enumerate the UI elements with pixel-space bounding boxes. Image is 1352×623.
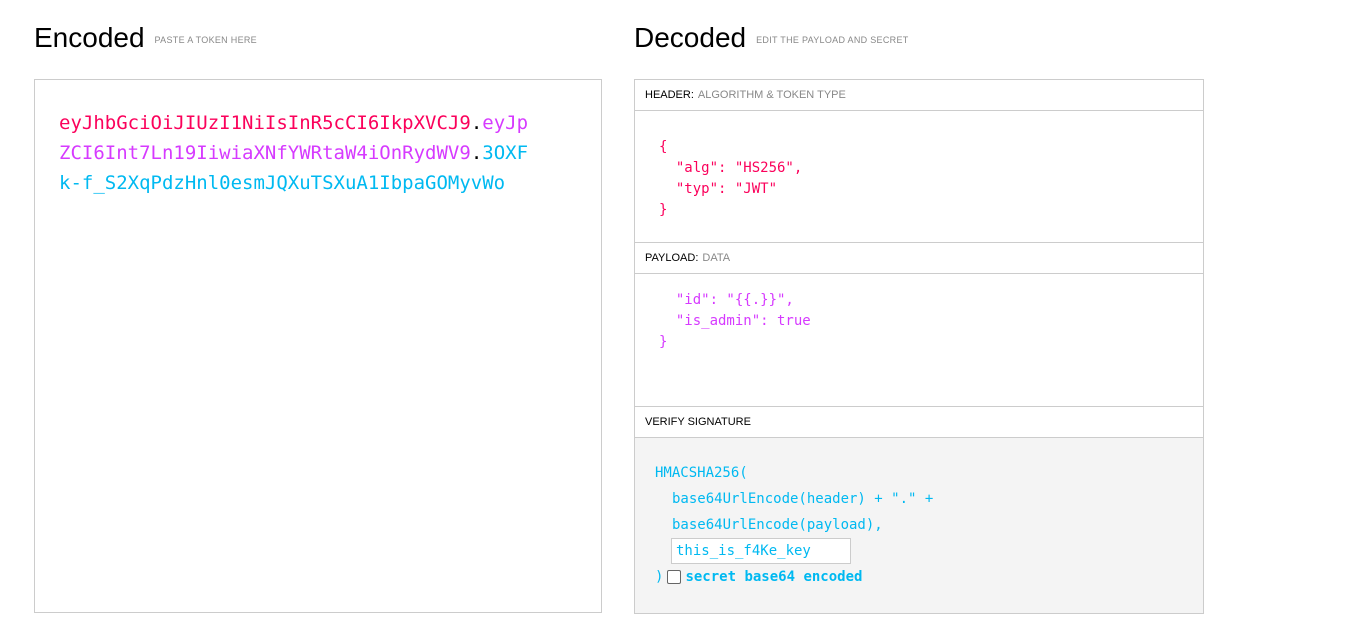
header-editor[interactable]: { "alg": "HS256", "typ": "JWT" } bbox=[635, 111, 1203, 243]
encoded-title: Encoded PASTE A TOKEN HERE bbox=[34, 22, 257, 53]
encoded-token-input[interactable]: eyJhbGciOiJIUzI1NiIsInR5cCI6IkpXVCJ9.eyJ… bbox=[34, 79, 602, 613]
token-header: eyJhbGciOiJIUzI1NiIsInR5cCI6IkpXVCJ9 bbox=[59, 112, 471, 134]
payload-section-title: PAYLOAD: DATA bbox=[635, 243, 1203, 274]
decoded-subtitle: EDIT THE PAYLOAD AND SECRET bbox=[756, 34, 909, 45]
decoded-title: Decoded EDIT THE PAYLOAD AND SECRET bbox=[634, 22, 909, 53]
token-text[interactable]: eyJhbGciOiJIUzI1NiIsInR5cCI6IkpXVCJ9.eyJ… bbox=[59, 108, 539, 198]
decoded-panel: HEADER: ALGORITHM & TOKEN TYPE { "alg": "… bbox=[634, 79, 1204, 614]
base64-checkbox[interactable] bbox=[667, 570, 682, 584]
signature-section-title: VERIFY SIGNATURE bbox=[635, 407, 1203, 438]
header-section-title: HEADER: ALGORITHM & TOKEN TYPE bbox=[635, 80, 1203, 111]
base64-checkbox-label[interactable]: secret base64 encoded bbox=[685, 569, 862, 585]
secret-input[interactable] bbox=[671, 538, 851, 564]
encoded-subtitle: PASTE A TOKEN HERE bbox=[154, 34, 257, 45]
signature-editor: HMACSHA256( base64UrlEncode(header) + ".… bbox=[635, 438, 1203, 613]
payload-editor[interactable]: "id": "{{.}}", "is_admin": true } bbox=[635, 274, 1203, 407]
